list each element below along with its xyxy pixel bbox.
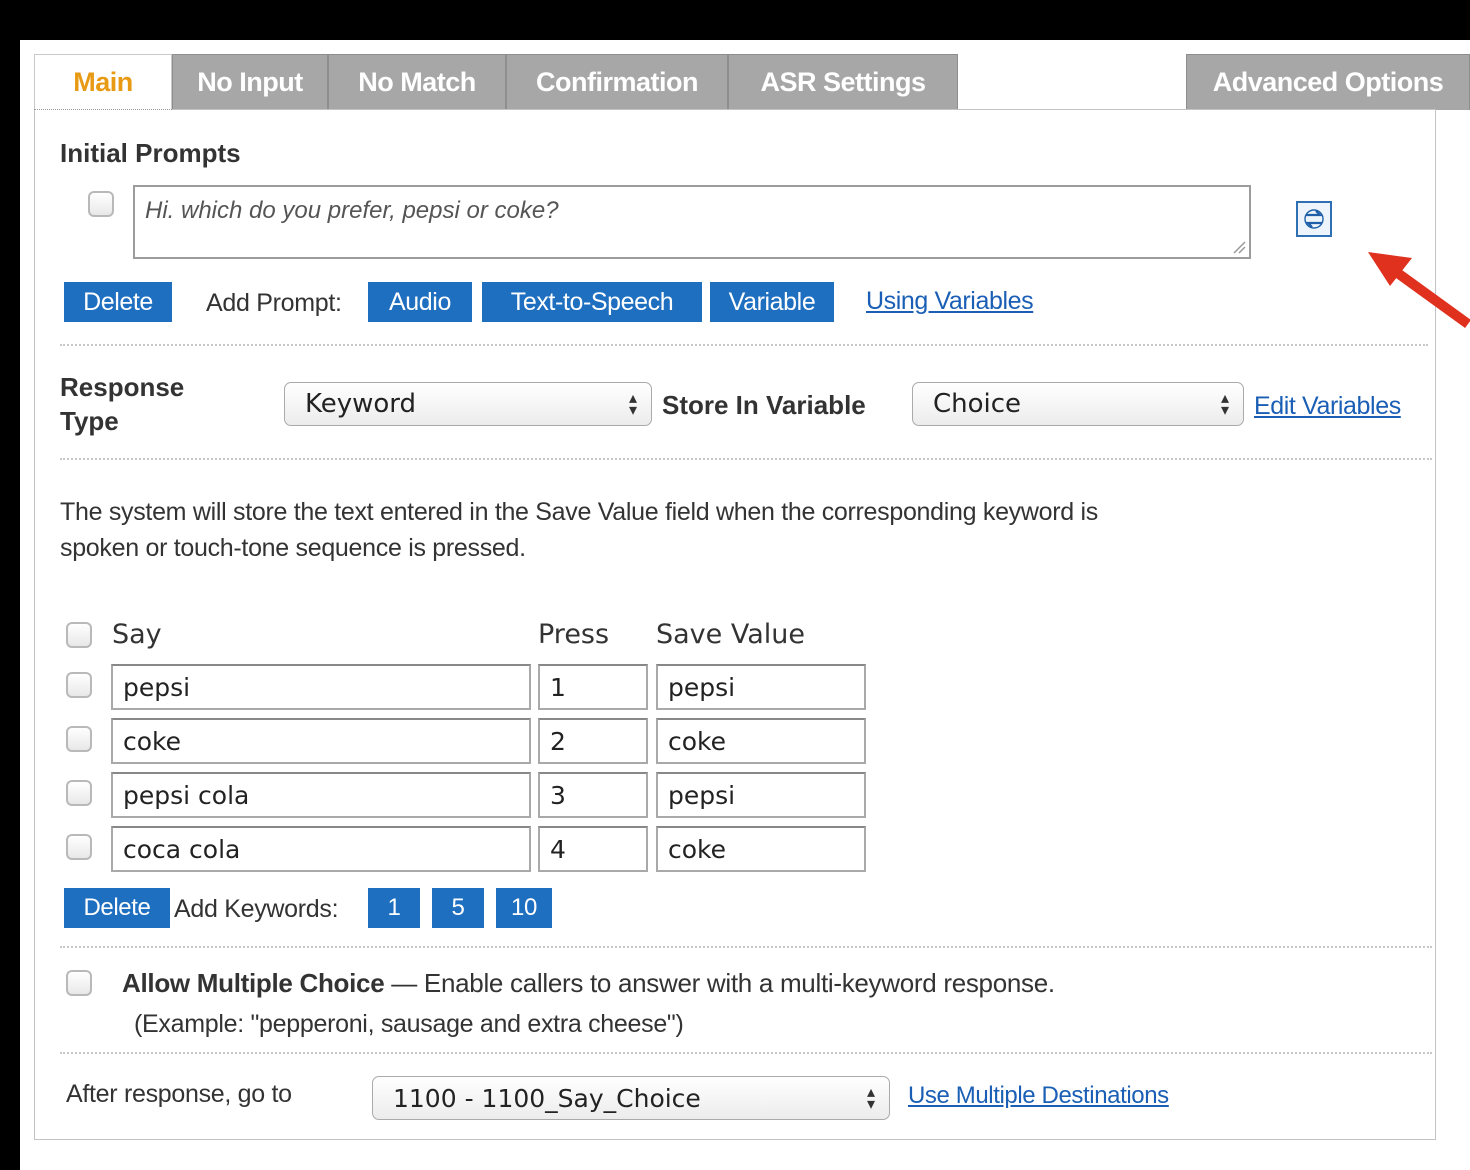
destination-select[interactable]: 1100 - 1100_Say_Choice ▴ ▾ <box>372 1076 890 1120</box>
add-prompt-label: Add Prompt: <box>206 289 342 317</box>
separator <box>60 946 1432 948</box>
select-all-checkbox[interactable] <box>66 622 92 648</box>
press-input[interactable]: 3 <box>538 772 648 818</box>
add-keywords-label: Add Keywords: <box>174 895 339 923</box>
row-checkbox[interactable] <box>66 726 92 752</box>
after-response-label: After response, go to <box>66 1080 292 1108</box>
using-variables-link[interactable]: Using Variables <box>866 287 1034 316</box>
delete-prompt-button[interactable]: Delete <box>64 282 172 322</box>
edit-variables-link[interactable]: Edit Variables <box>1254 392 1401 421</box>
save-value-input[interactable]: coke <box>656 826 866 872</box>
row-checkbox[interactable] <box>66 780 92 806</box>
column-header-say: Say <box>112 619 162 650</box>
multiple-choice-desc: — Enable callers to answer with a multi-… <box>384 968 1055 998</box>
separator <box>60 458 1432 460</box>
prompt-textarea[interactable]: Hi. which do you prefer, pepsi or coke? <box>133 185 1251 259</box>
tab-bar: Main No Input No Match Confirmation ASR … <box>34 54 1470 110</box>
say-input[interactable]: coca cola <box>111 826 531 872</box>
select-arrows-icon: ▴ ▾ <box>628 388 637 419</box>
add-variable-button[interactable]: Variable <box>710 282 834 322</box>
prompt-checkbox[interactable] <box>88 191 114 217</box>
prompt-text: Hi. which do you prefer, pepsi or coke? <box>145 197 559 224</box>
destination-value: 1100 - 1100_Say_Choice <box>393 1083 701 1113</box>
allow-multiple-choice-checkbox[interactable] <box>66 970 92 996</box>
response-type-label-line1: Response <box>60 372 185 402</box>
description-line-1: The system will store the text entered i… <box>60 498 1098 526</box>
tab-main[interactable]: Main <box>34 54 172 110</box>
add-tts-button[interactable]: Text-to-Speech <box>482 282 702 322</box>
prompt-editor-panel: Main No Input No Match Confirmation ASR … <box>20 40 1470 1170</box>
swap-icon <box>1304 209 1324 229</box>
column-header-save-value: Save Value <box>656 619 806 650</box>
annotation-arrow-icon <box>1368 252 1470 329</box>
response-type-value: Keyword <box>305 389 417 419</box>
press-input[interactable]: 2 <box>538 718 648 764</box>
separator <box>60 1052 1432 1054</box>
multiple-choice-text: Allow Multiple Choice — Enable callers t… <box>122 968 1055 999</box>
tab-advanced-options[interactable]: Advanced Options <box>1186 54 1470 110</box>
select-arrows-icon: ▴ ▾ <box>1220 388 1229 419</box>
swap-prompt-button[interactable] <box>1296 201 1332 237</box>
say-input[interactable]: coke <box>111 718 531 764</box>
say-input[interactable]: pepsi <box>111 664 531 710</box>
column-header-press: Press <box>538 619 610 650</box>
save-value-input[interactable]: pepsi <box>656 772 866 818</box>
response-type-label: Response Type <box>60 370 184 438</box>
tab-confirmation[interactable]: Confirmation <box>506 54 728 110</box>
store-variable-select[interactable]: Choice ▴ ▾ <box>912 382 1244 426</box>
save-value-input[interactable]: pepsi <box>656 664 866 710</box>
initial-prompts-heading: Initial Prompts <box>60 138 241 168</box>
add-5-keywords-button[interactable]: 5 <box>432 888 484 928</box>
save-value-input[interactable]: coke <box>656 718 866 764</box>
say-input[interactable]: pepsi cola <box>111 772 531 818</box>
add-1-keyword-button[interactable]: 1 <box>368 888 420 928</box>
tab-no-input[interactable]: No Input <box>172 54 328 110</box>
add-audio-button[interactable]: Audio <box>368 282 472 322</box>
delete-keywords-button[interactable]: Delete <box>64 888 170 928</box>
resize-grip-icon[interactable] <box>1232 240 1246 254</box>
response-type-select[interactable]: Keyword ▴ ▾ <box>284 382 652 426</box>
use-multiple-destinations-link[interactable]: Use Multiple Destinations <box>908 1082 1169 1110</box>
press-input[interactable]: 1 <box>538 664 648 710</box>
cropped-headline <box>0 0 1470 40</box>
separator <box>60 344 1428 346</box>
response-type-label-line2: Type <box>60 406 119 436</box>
add-10-keywords-button[interactable]: 10 <box>496 888 552 928</box>
tab-no-match[interactable]: No Match <box>328 54 506 110</box>
multiple-choice-title: Allow Multiple Choice <box>122 968 385 998</box>
press-input[interactable]: 4 <box>538 826 648 872</box>
tab-asr-settings[interactable]: ASR Settings <box>728 54 958 110</box>
row-checkbox[interactable] <box>66 834 92 860</box>
select-arrows-icon: ▴ ▾ <box>866 1082 875 1113</box>
store-variable-value: Choice <box>933 389 1022 419</box>
store-in-variable-label: Store In Variable <box>662 390 866 420</box>
row-checkbox[interactable] <box>66 672 92 698</box>
multiple-choice-example: (Example: "pepperoni, sausage and extra … <box>134 1010 684 1038</box>
description-line-2: spoken or touch-tone sequence is pressed… <box>60 534 526 562</box>
